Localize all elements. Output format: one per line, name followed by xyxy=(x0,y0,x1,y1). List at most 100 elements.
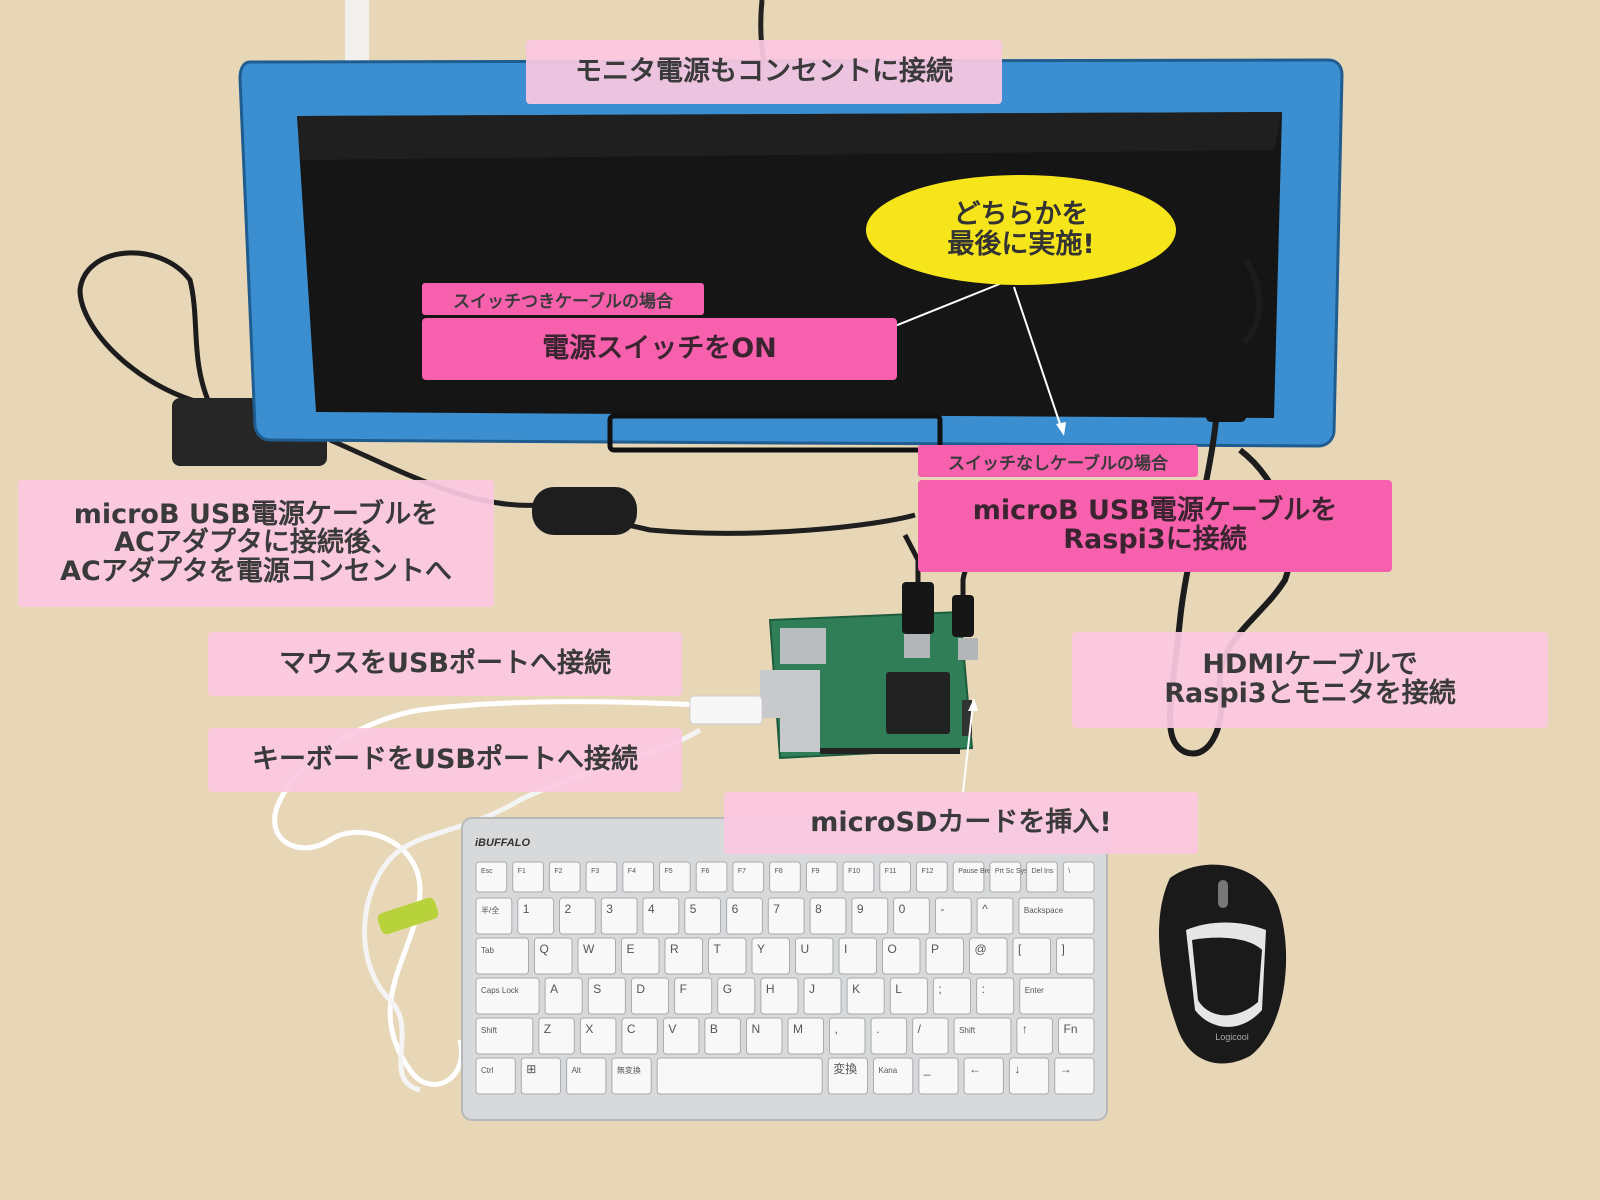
callout-line-1: どちらかを xyxy=(953,199,1089,231)
keyboard-key-label: ; xyxy=(938,982,941,996)
keyboard-key xyxy=(475,937,529,975)
label-microb-to-raspi: microB USB電源ケーブルを Raspi3に接続 xyxy=(918,480,1392,572)
keyboard-key xyxy=(585,861,618,893)
hdmi-connector-pi xyxy=(902,582,934,634)
keyboard-key-label: _ xyxy=(923,1062,931,1076)
label-hdmi: HDMIケーブルで Raspi3とモニタを接続 xyxy=(1072,632,1548,728)
keyboard-key-label: . xyxy=(876,1022,879,1036)
keyboard-key-label: D xyxy=(636,982,645,996)
keyboard-key xyxy=(475,897,513,935)
keyboard-key-label: 半/全 xyxy=(481,905,499,915)
label-microsd: microSDカードを挿入! xyxy=(724,792,1198,854)
mouse-brand-text: Logicool xyxy=(1215,1032,1249,1042)
keyboard-key xyxy=(873,1057,914,1095)
keyboard-key-label: F1 xyxy=(518,868,526,875)
cable-tag-top xyxy=(345,0,369,70)
keyboard-key-label: Caps Lock xyxy=(481,986,520,995)
keyboard-key xyxy=(1019,977,1095,1015)
keyboard-key-label: F8 xyxy=(775,868,783,875)
keyboard-key xyxy=(989,861,1022,893)
keyboard-key-label: F10 xyxy=(848,868,860,875)
keyboard-key xyxy=(769,861,801,893)
keyboard-key-label: L xyxy=(895,982,902,996)
keyboard-key-label: Shift xyxy=(959,1026,976,1035)
label-microb-to-adapter: microB USB電源ケーブルを ACアダプタに接続後、 ACアダプタを電源コ… xyxy=(18,480,494,607)
keyboard-key-label: 無変換 xyxy=(617,1065,641,1075)
setup-photo-scene: iBUFFALO Esc F1 F2 F3 F4 F5 F6 F7 F8 F9 F10 F11 F12 P… xyxy=(0,0,1600,1200)
keyboard-key xyxy=(1018,897,1095,935)
keyboard-key-label: ← xyxy=(969,1062,981,1076)
keyboard-key-label: U xyxy=(801,942,810,956)
keyboard-key xyxy=(656,1057,823,1095)
keyboard-key xyxy=(566,1057,607,1095)
callout-line-2: 最後に実施! xyxy=(947,229,1095,260)
keyboard-key xyxy=(952,861,985,893)
keyboard-key xyxy=(805,861,838,893)
keyboard-key-label: B xyxy=(710,1022,718,1036)
keyboard-key-label: F7 xyxy=(738,868,746,875)
keyboard-key-label: → xyxy=(1060,1062,1072,1076)
keyboard-key-label: Fn xyxy=(1064,1022,1078,1036)
keyboard-key-label: W xyxy=(583,942,595,956)
keyboard-key xyxy=(1026,861,1058,893)
usb-power-connector-pi xyxy=(952,595,974,637)
keyboard-key-label: Tab xyxy=(481,946,494,955)
keyboard-key-label: 0 xyxy=(899,902,906,916)
keyboard-key-label: Shift xyxy=(481,1026,498,1035)
label-monitor-power: モニタ電源もコンセントに接続 xyxy=(526,40,1002,104)
keyboard-key-label: Backspace xyxy=(1024,906,1064,915)
keyboard-key-label: ^ xyxy=(982,902,988,916)
keyboard-key xyxy=(611,1057,652,1095)
keyboard-key xyxy=(475,861,508,893)
keyboard-key-label: Esc xyxy=(481,868,493,875)
keyboard-key-label: - xyxy=(940,902,944,916)
keyboard-key-label: Q xyxy=(540,942,549,956)
keyboard-key xyxy=(475,1057,516,1095)
keyboard-key-label: G xyxy=(723,982,732,996)
tag-switch-cable-case: スイッチつきケーブルの場合 xyxy=(422,283,704,315)
keyboard-key-label: Del Ins xyxy=(1032,868,1054,875)
tag-no-switch-cable-case: スイッチなしケーブルの場合 xyxy=(918,445,1198,477)
keyboard-key-label: F11 xyxy=(885,868,897,875)
keyboard-key xyxy=(475,1017,534,1055)
keyboard-key-label: X xyxy=(585,1022,593,1036)
keyboard-key-label: I xyxy=(844,942,847,956)
keyboard-key xyxy=(732,861,765,893)
keyboard-key-label: F xyxy=(680,982,687,996)
keyboard-key xyxy=(916,861,948,893)
hdmi-connector-monitor xyxy=(1206,340,1246,422)
keyboard-key-label: C xyxy=(627,1022,636,1036)
keyboard-key-label: Z xyxy=(544,1022,551,1036)
keyboard-key-label: 7 xyxy=(773,902,780,916)
keyboard-key-label: S xyxy=(593,982,601,996)
monitor xyxy=(238,58,1344,453)
keyboard-key-label: F12 xyxy=(922,868,934,875)
keyboard-key-label: Kana xyxy=(879,1066,898,1075)
raspberry-pi xyxy=(760,610,978,760)
keyboard-key-label: : xyxy=(982,982,985,996)
keyboard-key xyxy=(659,861,691,893)
keyboard-key xyxy=(548,861,581,893)
keyboard-brand-text: iBUFFALO xyxy=(475,837,530,849)
keyboard-key xyxy=(622,861,654,893)
keyboard-key-label: M xyxy=(793,1022,803,1036)
keyboard-key-label: P xyxy=(931,942,939,956)
label-keyboard-usb: キーボードをUSBポートへ接続 xyxy=(208,728,682,792)
label-mouse-usb: マウスをUSBポートへ接続 xyxy=(208,632,682,696)
keyboard-key-label: 4 xyxy=(648,902,655,916)
keyboard-key-label: @ xyxy=(975,942,987,956)
keyboard-key-label: Ctrl xyxy=(481,1066,494,1075)
keyboard: iBUFFALO Esc F1 F2 F3 F4 F5 F6 F7 F8 F9 F10 F11 F12 P… xyxy=(461,817,1108,1121)
mouse-usb-plug xyxy=(689,695,763,725)
keyboard-key-label: 1 xyxy=(523,902,530,916)
keyboard-key-label: 5 xyxy=(690,902,697,916)
keyboard-key-label: F6 xyxy=(701,868,709,875)
keyboard-key-label: T xyxy=(714,942,722,956)
cable-inline-switch xyxy=(532,487,637,535)
keyboard-key xyxy=(475,977,540,1015)
keyboard-key-label: N xyxy=(752,1022,761,1036)
keyboard-key-label: H xyxy=(766,982,775,996)
keyboard-key xyxy=(879,861,911,893)
keyboard-key-label: 変換 xyxy=(833,1061,857,1076)
keyboard-key-label: 2 xyxy=(565,902,572,916)
